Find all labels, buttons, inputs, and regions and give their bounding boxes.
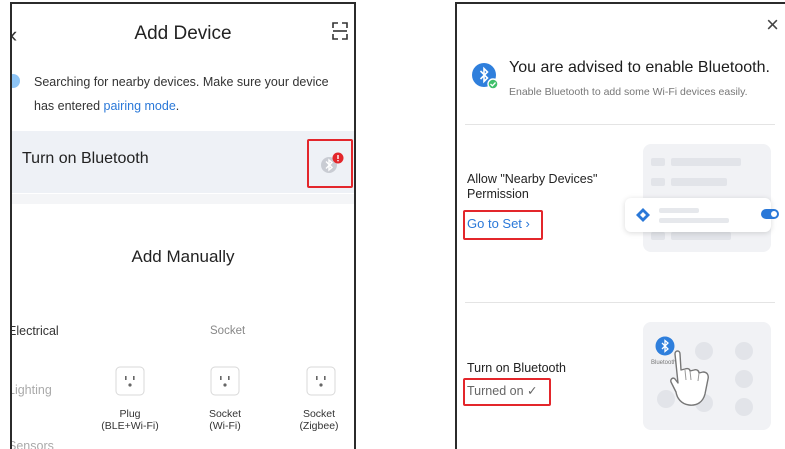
placeholder-bar — [671, 232, 731, 240]
device-socket-wifi[interactable]: Socket (Wi-Fi) — [190, 408, 260, 432]
device-name: Plug — [119, 408, 141, 420]
nearby-devices-setting-card — [625, 198, 771, 232]
divider — [465, 124, 775, 125]
socket-column-header: Socket — [210, 325, 246, 337]
bluetooth-advice-dialog: × You are advised to enable Bluetooth. E… — [455, 2, 785, 449]
add-manually-title: Add Manually — [131, 247, 235, 266]
device-protocol: (Zigbee) — [299, 420, 339, 432]
placeholder-circle — [735, 398, 753, 416]
placeholder-bar — [671, 178, 727, 186]
divider — [465, 302, 775, 303]
info-icon — [12, 74, 20, 88]
device-protocol: (BLE+Wi-Fi) — [101, 420, 159, 432]
add-device-screen: ‹ Add Device Searching for nearby device… — [10, 2, 356, 449]
category-electrical[interactable]: Electrical — [12, 324, 59, 338]
search-text-end: . — [175, 99, 180, 113]
bluetooth-illustration: Bluetooth › — [643, 322, 771, 430]
pairing-mode-link[interactable]: pairing mode — [104, 99, 176, 113]
placeholder-bar — [651, 158, 665, 166]
turned-on-highlight-box — [463, 378, 551, 406]
go-to-set-highlight-box — [463, 210, 543, 240]
socket-icon[interactable] — [115, 366, 145, 396]
socket-icon[interactable] — [210, 366, 240, 396]
category-sensors[interactable]: Sensors — [12, 439, 54, 449]
device-name: Socket — [302, 408, 336, 420]
turn-on-bluetooth-text: Turn on Bluetooth — [467, 361, 566, 375]
search-text-main: Searching for nearby devices. Make sure … — [34, 75, 329, 113]
device-plug[interactable]: Plug (BLE+Wi-Fi) — [95, 408, 165, 432]
bluetooth-row-label: Turn on Bluetooth — [22, 150, 149, 167]
placeholder-bar — [659, 208, 699, 213]
placeholder-circle — [735, 342, 753, 360]
search-status-text: Searching for nearby devices. Make sure … — [34, 70, 352, 118]
placeholder-bar — [651, 178, 665, 186]
device-socket-zigbee[interactable]: Socket (Zigbee) — [284, 408, 354, 432]
device-protocol: (Wi-Fi) — [209, 420, 241, 432]
placeholder-bar — [651, 232, 665, 240]
socket-icon[interactable] — [306, 366, 336, 396]
placeholder-circle — [735, 370, 753, 388]
close-icon[interactable]: × — [766, 12, 779, 38]
dialog-title: You are advised to enable Bluetooth. — [509, 59, 770, 76]
device-name: Socket — [208, 408, 242, 420]
toggle-switch-icon — [761, 209, 779, 219]
diamond-icon — [636, 208, 650, 222]
nearby-permission-text: Allow "Nearby Devices" Permission — [467, 172, 598, 201]
hand-pointer-icon — [670, 350, 709, 406]
dialog-subtitle: Enable Bluetooth to add some Wi-Fi devic… — [509, 86, 748, 98]
bluetooth-icon — [472, 63, 499, 90]
placeholder-bar — [659, 218, 729, 223]
category-lighting[interactable]: Lighting — [12, 383, 52, 397]
bluetooth-highlight-box — [307, 139, 353, 188]
placeholder-bar — [671, 158, 741, 166]
section-divider — [12, 194, 354, 204]
page-title: Add Device — [134, 23, 232, 44]
toggle-knob — [771, 211, 777, 217]
